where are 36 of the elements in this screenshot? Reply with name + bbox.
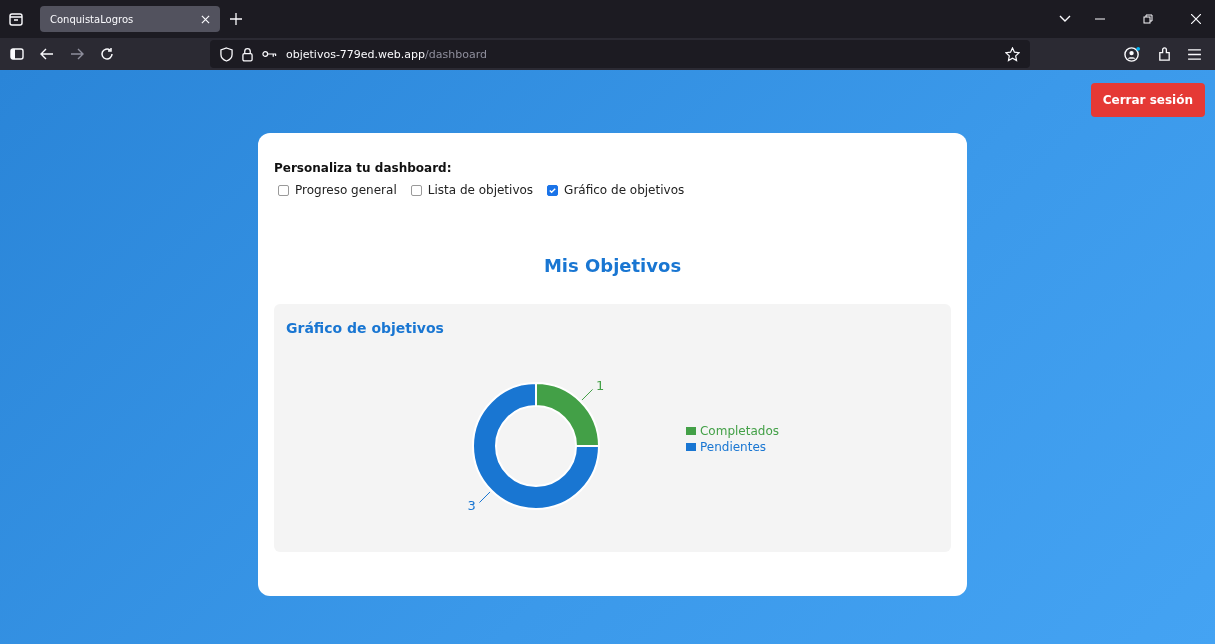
close-icon[interactable] [1191,14,1201,24]
checkbox[interactable] [410,184,422,196]
extensions-icon[interactable] [1157,46,1172,62]
chevron-down-icon[interactable] [1059,15,1071,23]
forward-icon[interactable] [70,48,84,60]
leader-line [478,491,491,504]
checkbox[interactable] [547,184,559,196]
address-bar[interactable]: objetivos-779ed.web.app/dashboard [210,40,1030,68]
legend-label: Pendientes [700,440,767,454]
lock-icon[interactable] [242,46,253,62]
back-icon[interactable] [40,48,54,60]
chart-title: Gráfico de objetivos [286,320,445,336]
leader-line [581,388,594,401]
browser-tab[interactable]: ConquistaLogros [40,6,220,32]
account-icon[interactable] [1124,45,1141,63]
sidebar-icon[interactable] [10,48,24,60]
checkbox-label[interactable]: Gráfico de objetivos [564,183,685,197]
checkbox[interactable] [278,184,289,196]
menu-icon[interactable] [1188,48,1201,60]
key-icon[interactable] [262,50,277,58]
reload-icon[interactable] [100,47,114,61]
customize-label: Personaliza tu dashboard: [274,161,453,175]
legend-label: Completados [700,424,779,438]
data-label: 3 [467,498,476,514]
checkbox-label[interactable]: Progreso general [295,183,397,197]
new-tab-icon[interactable] [230,13,242,25]
star-icon[interactable] [1005,46,1020,62]
tab-list-icon[interactable] [8,11,24,27]
shield-icon[interactable] [220,46,233,62]
checkbox-label[interactable]: Lista de objetivos [427,183,534,197]
url-text[interactable]: objetivos-779ed.web.app/dashboard [286,47,487,61]
close-icon[interactable] [201,14,210,24]
page-heading: Mis Objetivos [542,255,683,276]
restore-icon[interactable] [1143,14,1153,24]
data-label: 1 [596,377,605,393]
logout-button[interactable]: Cerrar sesión [1090,83,1205,117]
